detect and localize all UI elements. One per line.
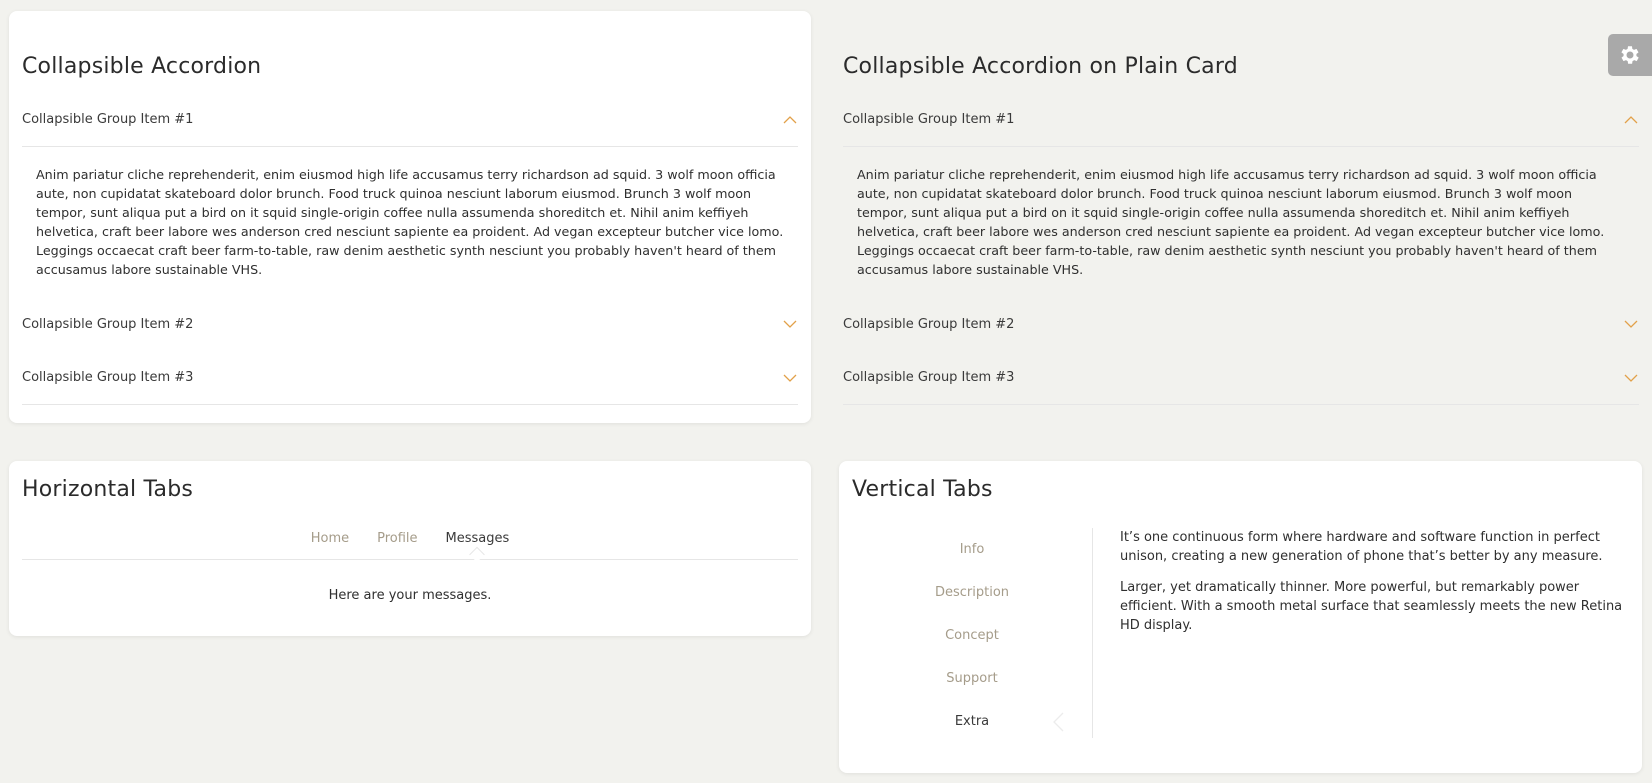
vertical-tabs-card: Vertical Tabs Info Description Concept S… — [839, 461, 1642, 773]
plain-accordion-item-1-body: Anim pariatur cliche reprehenderit, enim… — [857, 167, 1605, 277]
plain-accordion: Collapsible Accordion on Plain Card Coll… — [843, 11, 1639, 423]
accordion-item-1-header[interactable]: Collapsible Group Item #1 — [22, 93, 798, 147]
accordion-item-label: Collapsible Group Item #1 — [843, 112, 1015, 127]
tab-messages[interactable]: Messages — [432, 531, 524, 546]
settings-button[interactable] — [1608, 34, 1652, 76]
accordion-item-1-body: Anim pariatur cliche reprehenderit, enim… — [36, 167, 784, 277]
plain-accordion-title: Collapsible Accordion on Plain Card — [843, 54, 1238, 79]
plain-accordion-item-3-header[interactable]: Collapsible Group Item #3 — [843, 351, 1639, 405]
tab-concept[interactable]: Concept — [852, 614, 1092, 657]
accordion-item-label: Collapsible Group Item #3 — [22, 370, 194, 385]
chevron-down-icon — [1623, 370, 1639, 386]
accordion-item-label: Collapsible Group Item #1 — [22, 112, 194, 127]
chevron-down-icon — [782, 370, 798, 386]
tab-extra[interactable]: Extra — [852, 700, 1092, 743]
tab-support[interactable]: Support — [852, 657, 1092, 700]
accordion-item-label: Collapsible Group Item #2 — [843, 316, 1015, 332]
content-paragraph: It’s one continuous form where hardware … — [1120, 530, 1603, 564]
chevron-down-icon — [1623, 316, 1639, 332]
horizontal-tabs-card: Horizontal Tabs Home Profile Messages He… — [9, 461, 811, 636]
tab-extra-label: Extra — [954, 714, 990, 729]
horizontal-tab-bar: Home Profile Messages — [22, 518, 798, 560]
chevron-down-icon — [782, 316, 798, 332]
vertical-tab-list: Info Description Concept Support Extra — [852, 528, 1092, 743]
tab-profile[interactable]: Profile — [363, 531, 431, 546]
chevron-up-icon — [782, 112, 798, 128]
gear-icon — [1618, 43, 1642, 67]
tab-info[interactable]: Info — [852, 528, 1092, 571]
horizontal-tab-content: Here are your messages. — [328, 588, 492, 603]
content-paragraph: Larger, yet dramatically thinner. More p… — [1120, 580, 1623, 633]
chevron-up-icon — [1623, 112, 1639, 128]
chevron-left-icon — [1052, 712, 1064, 732]
accordion-card-title: Collapsible Accordion — [22, 54, 262, 79]
vertical-tab-content: It’s one continuous form where hardware … — [1120, 528, 1628, 647]
vertical-tabs-title: Vertical Tabs — [852, 477, 993, 502]
accordion-card: Collapsible Accordion Collapsible Group … — [9, 11, 811, 423]
accordion-item-2-header[interactable]: Collapsible Group Item #2 — [22, 297, 798, 351]
vertical-tab-divider — [1092, 528, 1093, 738]
tab-description[interactable]: Description — [852, 571, 1092, 614]
tab-home[interactable]: Home — [297, 531, 363, 546]
plain-accordion-item-2-header[interactable]: Collapsible Group Item #2 — [843, 297, 1639, 351]
accordion-item-3-header[interactable]: Collapsible Group Item #3 — [22, 351, 798, 405]
accordion-item-label: Collapsible Group Item #3 — [843, 370, 1015, 385]
plain-accordion-item-1-header[interactable]: Collapsible Group Item #1 — [843, 93, 1639, 147]
horizontal-tabs-title: Horizontal Tabs — [22, 477, 194, 502]
accordion-item-label: Collapsible Group Item #2 — [22, 316, 194, 332]
